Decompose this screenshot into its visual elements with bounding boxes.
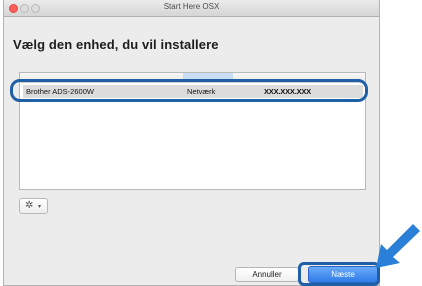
next-button-highlight (298, 262, 380, 286)
title-bar: Start Here OSX (4, 0, 379, 17)
device-row-highlight (10, 79, 368, 102)
gear-menu-button[interactable]: ✲ ▾ (19, 198, 48, 214)
installer-window: Start Here OSX Vælg den enhed, du vil in… (3, 0, 380, 286)
gear-icon: ✲ (25, 200, 34, 211)
callout-arrow-icon (376, 224, 420, 268)
cancel-button[interactable]: Annuller (235, 267, 299, 282)
page-title: Vælg den enhed, du vil installere (13, 37, 219, 52)
window-title: Start Here OSX (163, 2, 220, 11)
chevron-down-icon: ▾ (38, 204, 42, 210)
